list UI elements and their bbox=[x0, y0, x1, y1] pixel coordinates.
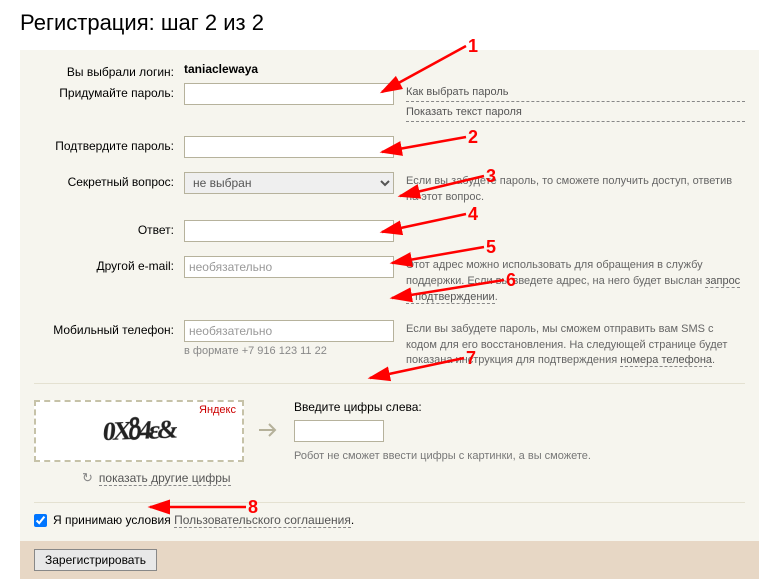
captcha-refresh-link[interactable]: показать другие цифры bbox=[99, 471, 231, 486]
howto-password-link[interactable]: Как выбрать пароль bbox=[406, 85, 745, 102]
show-password-link[interactable]: Показать текст пароля bbox=[406, 105, 745, 122]
email-label: Другой e-mail: bbox=[34, 256, 184, 273]
phone-number-link[interactable]: номера телефона bbox=[620, 354, 712, 367]
agree-checkbox[interactable] bbox=[34, 514, 47, 527]
page-title: Регистрация: шаг 2 из 2 bbox=[20, 10, 759, 36]
password-input[interactable] bbox=[184, 83, 394, 105]
arrow-right-icon bbox=[258, 421, 280, 442]
secret-question-select[interactable]: не выбран bbox=[184, 172, 394, 194]
login-label: Вы выбрали логин: bbox=[34, 62, 184, 79]
submit-bar: Зарегистрировать bbox=[20, 541, 759, 579]
refresh-icon: ↻ bbox=[82, 470, 93, 486]
registration-form: Вы выбрали логин: taniaclewaya Придумайт… bbox=[20, 50, 759, 541]
phone-label: Мобильный телефон: bbox=[34, 320, 184, 337]
agree-text: Я принимаю условия Пользовательского сог… bbox=[53, 513, 354, 527]
email-hint: Этот адрес можно использовать для обраще… bbox=[406, 256, 745, 306]
captcha-note: Робот не сможет ввести цифры с картинки,… bbox=[294, 450, 745, 462]
user-agreement-link[interactable]: Пользовательского соглашения bbox=[174, 513, 351, 528]
captcha-input[interactable] bbox=[294, 420, 384, 442]
captcha-image: Яндекс 0Xზ4ε& bbox=[34, 400, 244, 462]
captcha-label: Введите цифры слева: bbox=[294, 400, 745, 414]
password-confirm-input[interactable] bbox=[184, 136, 394, 158]
phone-format-note: в формате +7 916 123 11 22 bbox=[184, 345, 394, 357]
phone-input[interactable] bbox=[184, 320, 394, 342]
secret-question-hint: Если вы забудете пароль, то сможете полу… bbox=[406, 172, 745, 206]
captcha-scribble: 0Xზ4ε& bbox=[101, 415, 177, 448]
answer-input[interactable] bbox=[184, 220, 394, 242]
login-value: taniaclewaya bbox=[184, 62, 258, 76]
secret-question-label: Секретный вопрос: bbox=[34, 172, 184, 189]
password-label: Придумайте пароль: bbox=[34, 83, 184, 100]
email-input[interactable] bbox=[184, 256, 394, 278]
register-button[interactable]: Зарегистрировать bbox=[34, 549, 157, 571]
phone-hint: Если вы забудете пароль, мы сможем отпра… bbox=[406, 320, 745, 370]
captcha-brand: Яндекс bbox=[199, 404, 236, 416]
answer-label: Ответ: bbox=[34, 220, 184, 237]
password-confirm-label: Подтвердите пароль: bbox=[34, 136, 184, 153]
